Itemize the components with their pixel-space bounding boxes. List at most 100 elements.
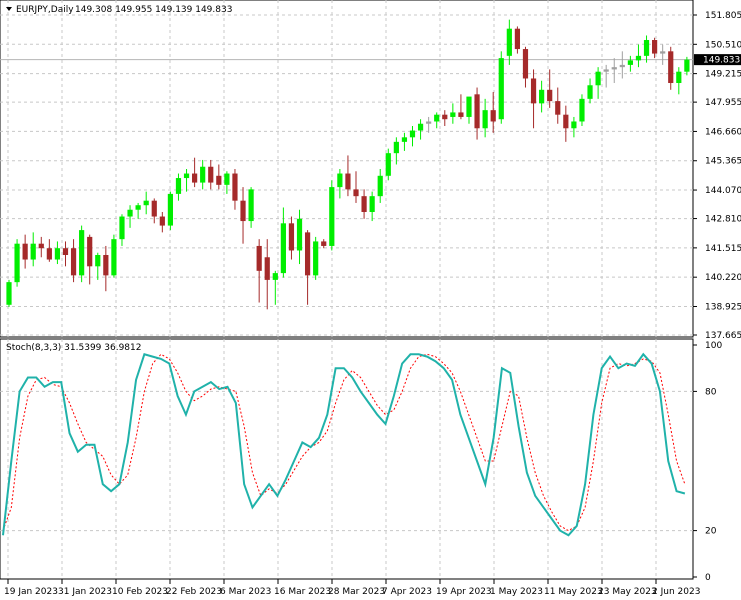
price-tick-label: 145.365 xyxy=(705,157,741,167)
candle-body xyxy=(288,223,295,251)
candle-body xyxy=(635,55,642,61)
stoch-axis: 100 80 20 0 xyxy=(693,341,722,583)
stoch-tick-label: 100 xyxy=(705,341,722,351)
stoch-label: Stoch(8,3,3) 31.5399 36.9812 xyxy=(6,343,141,353)
candle-body xyxy=(547,89,553,102)
time-axis: 19 Jan 2023 31 Jan 2023 10 Feb 202322 Feb … xyxy=(4,579,700,597)
candle-body xyxy=(256,245,262,271)
price-tick-label: 151.805 xyxy=(705,11,741,21)
candle-body xyxy=(450,112,456,117)
candle-body xyxy=(216,175,222,185)
candle-body xyxy=(417,123,424,131)
stoch-tick-label: 20 xyxy=(705,527,717,537)
candle-body xyxy=(426,121,432,124)
candle-body xyxy=(240,200,246,222)
candle-body xyxy=(611,67,617,70)
candle-body xyxy=(304,232,311,276)
stoch-tick-label: 80 xyxy=(705,387,717,397)
candle-body xyxy=(434,114,440,122)
candle-body xyxy=(22,243,28,260)
candle-body xyxy=(345,173,351,190)
candle-body xyxy=(87,236,93,267)
time-tick-label: 16 Mar 2023 xyxy=(274,587,331,597)
candle-body xyxy=(183,173,190,179)
candle-body xyxy=(530,78,537,104)
candle xyxy=(167,191,173,231)
ohlc-readout: 149.308 149.955 149.139 149.833 xyxy=(75,5,232,15)
stoch-tick-label: 0 xyxy=(705,573,711,583)
candle-body xyxy=(668,51,674,84)
time-tick-label: 10 Feb 2023 xyxy=(112,587,168,597)
candle-body xyxy=(474,94,480,129)
candle-body xyxy=(627,60,633,65)
candle-body xyxy=(167,193,173,226)
price-tick-label: 140.220 xyxy=(705,273,741,283)
candle-body xyxy=(684,59,690,72)
candle xyxy=(313,236,319,280)
candle-body xyxy=(660,51,666,54)
price-tick-label: 149.215 xyxy=(705,70,741,80)
candle-body xyxy=(248,189,254,222)
candle xyxy=(14,239,20,287)
candle-body xyxy=(361,196,367,213)
time-tick-label: 7 Apr 2023 xyxy=(382,587,432,597)
price-tick-label: 144.070 xyxy=(705,186,741,196)
candle-body xyxy=(563,114,569,129)
candle-body xyxy=(337,173,343,188)
price-tick-label: 150.510 xyxy=(705,40,741,50)
candle-body xyxy=(135,205,141,210)
candle-body xyxy=(280,223,286,274)
time-tick-label: 31 Jan 2023 xyxy=(58,587,112,597)
candle-body xyxy=(587,85,593,99)
candle-body xyxy=(151,200,157,217)
candle-body xyxy=(224,173,230,185)
candle-body xyxy=(119,216,125,240)
candle-body xyxy=(401,137,408,142)
candle-body xyxy=(506,28,512,56)
price-tick-label: 146.660 xyxy=(705,127,741,137)
candle-body xyxy=(652,40,658,54)
candle-body xyxy=(442,114,448,120)
price-tick-label: 138.925 xyxy=(705,302,741,312)
candle-body xyxy=(159,216,165,226)
candle-body xyxy=(79,230,85,276)
candle-body xyxy=(296,218,303,251)
candle-body xyxy=(208,166,214,183)
current-price-tag: 149.833 xyxy=(694,54,741,66)
candle-body xyxy=(329,187,335,246)
candle-body xyxy=(127,209,133,217)
candle-body xyxy=(619,64,625,68)
candle-body xyxy=(46,248,52,260)
candle-body xyxy=(353,189,359,197)
chart-svg[interactable]: EURJPY,Daily 149.308 149.955 149.139 149… xyxy=(0,0,741,600)
candle-body xyxy=(603,69,609,72)
candle-body xyxy=(498,58,504,120)
time-tick-label: 22 Feb 2023 xyxy=(166,587,222,597)
candle-body xyxy=(95,255,101,267)
candle xyxy=(111,234,117,278)
candle-body xyxy=(321,241,327,246)
candle-body xyxy=(393,141,399,154)
price-tick-label: 142.810 xyxy=(705,215,741,225)
candle-body xyxy=(643,40,650,56)
time-tick-label: 11 May 2023 xyxy=(544,587,603,597)
candle xyxy=(498,51,504,124)
time-tick-label: 2 Jun 2023 xyxy=(652,587,700,597)
candle-body xyxy=(313,241,319,276)
candle-body xyxy=(490,110,496,122)
candle xyxy=(329,180,335,251)
current-price-value: 149.833 xyxy=(703,56,740,66)
candle-body xyxy=(143,200,149,206)
candle-body xyxy=(38,243,44,249)
candle-body xyxy=(466,96,472,117)
candle xyxy=(579,94,585,127)
symbol-title: EURJPY,Daily xyxy=(16,5,74,15)
candle-body xyxy=(232,173,238,201)
candle-body xyxy=(676,71,682,84)
candle-body xyxy=(14,243,20,283)
candle-body xyxy=(522,49,529,79)
candle-body xyxy=(595,71,601,86)
candle-body xyxy=(6,282,12,305)
candle-body xyxy=(103,255,109,276)
price-panel-frame xyxy=(0,0,694,338)
